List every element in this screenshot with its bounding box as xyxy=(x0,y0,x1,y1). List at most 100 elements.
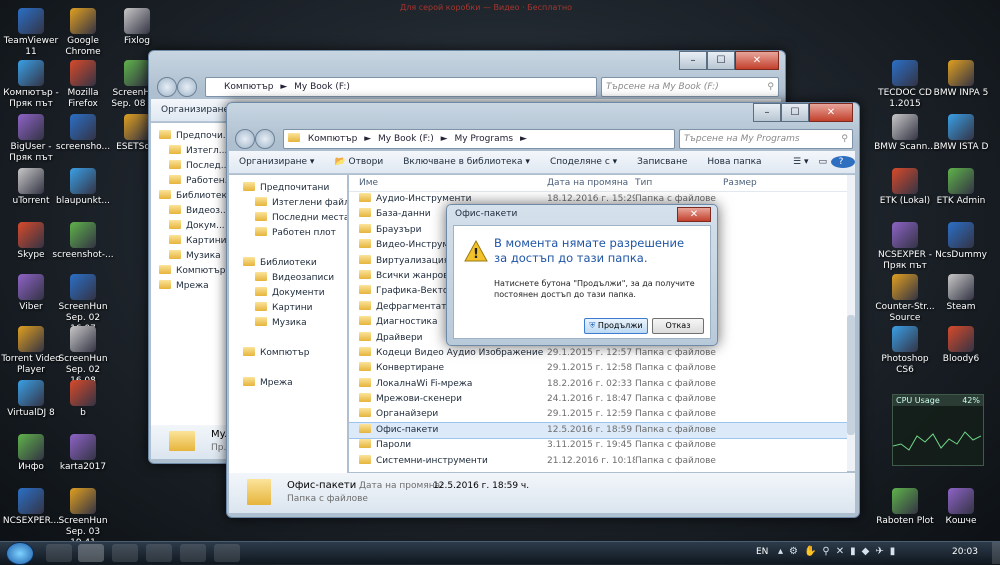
file-row[interactable]: Офис-пакети 12.5.2016 г. 18:59 ч. Папка с … xyxy=(349,421,847,440)
desktop-icon[interactable]: ScreenHun Sep. 02 16.08 xyxy=(52,326,114,387)
desktop-icon[interactable]: karta2017 xyxy=(52,434,114,473)
nav-item[interactable]: Музика xyxy=(229,316,347,331)
close-button[interactable]: ✕ xyxy=(809,103,853,122)
share-with-button[interactable]: Споделяне с ▾ xyxy=(540,157,627,167)
minimize-button[interactable]: – xyxy=(753,103,781,122)
nav-item[interactable]: Компютър xyxy=(151,264,227,279)
nav-item[interactable]: Видеозаписи xyxy=(229,271,347,286)
file-row[interactable]: Системни-инструменти 21.12.2016 г. 10:18.… xyxy=(349,454,847,469)
back-button[interactable] xyxy=(157,77,177,97)
new-folder-button[interactable]: Нова папка xyxy=(697,157,771,167)
taskbar-ie-icon[interactable] xyxy=(46,544,72,562)
view-options-icon[interactable]: ☰ ▾ xyxy=(787,157,814,167)
nav-item[interactable]: Картини xyxy=(229,301,347,316)
column-name[interactable]: Име xyxy=(349,175,547,191)
nav-item[interactable]: Библиотеки xyxy=(151,189,227,204)
breadcrumb-computer[interactable]: Компютър xyxy=(308,134,357,144)
dialog-close-button[interactable]: ✕ xyxy=(677,207,711,222)
file-row[interactable]: Мрежови-скенери 24.1.2016 г. 18:47 ч. Папк… xyxy=(349,392,847,407)
desktop-icon[interactable]: NCSEXPER - Пряк път xyxy=(874,222,936,272)
nav-item[interactable]: Мрежа xyxy=(229,376,347,391)
desktop-icon[interactable]: Photoshop CS6 xyxy=(874,326,936,376)
column-type[interactable]: Тип xyxy=(635,175,723,191)
cancel-button[interactable]: Отказ xyxy=(652,318,704,334)
help-icon[interactable]: ? xyxy=(831,156,855,168)
desktop-icon[interactable]: blaupunkt... xyxy=(52,168,114,207)
nav-item[interactable]: Музика xyxy=(151,249,227,264)
search-input[interactable]: Търсене на My Book (F:) ⚲ xyxy=(601,77,779,97)
nav-item[interactable]: Работен... xyxy=(151,174,227,189)
address-bar[interactable]: Компютър ► My Book (F:) xyxy=(205,77,597,97)
taskbar-explorer-icon[interactable] xyxy=(78,544,104,562)
breadcrumb-computer[interactable]: Компютър xyxy=(206,82,273,92)
desktop-icon[interactable]: NcsDummy xyxy=(930,222,992,261)
nav-item[interactable]: Предпочитани xyxy=(229,181,347,196)
column-size[interactable]: Размер xyxy=(723,175,783,191)
address-bar[interactable]: Компютър ► My Book (F:) ► My Programs ► xyxy=(283,129,675,149)
file-row[interactable]: Кодеци Видео Аудио Изображение 29.1.2015 … xyxy=(349,346,847,361)
desktop-icon[interactable]: BMW Scann... xyxy=(874,114,936,153)
nav-item[interactable]: Последни места xyxy=(229,211,347,226)
forward-button[interactable] xyxy=(177,77,197,97)
file-row[interactable]: Пароли 3.11.2015 г. 19:45 ч. Папка с файло… xyxy=(349,438,847,453)
show-desktop-button[interactable] xyxy=(992,542,1000,564)
nav-item[interactable]: Изтеглени файлове xyxy=(229,196,347,211)
desktop-icon[interactable]: Google Chrome xyxy=(52,8,114,58)
file-row[interactable]: ЛокалнаWi Fi-мрежа 18.2.2016 г. 02:33 ч. П… xyxy=(349,377,847,392)
file-row[interactable]: Конвертиране 29.1.2015 г. 12:58 ч. Папка с… xyxy=(349,361,847,376)
scrollbar[interactable] xyxy=(847,175,855,471)
desktop-icon[interactable]: Mozilla Firefox xyxy=(52,60,114,110)
scrollbar-thumb[interactable] xyxy=(847,315,855,435)
minimize-button[interactable]: – xyxy=(679,51,707,70)
desktop-icon[interactable]: BMW ISTA D xyxy=(930,114,992,153)
tray-icons[interactable]: ▴⚙✋⚲✕▮◆✈▮ xyxy=(778,546,901,557)
nav-item[interactable]: Видеоз... xyxy=(151,204,227,219)
close-button[interactable]: ✕ xyxy=(735,51,779,70)
open-button[interactable]: 📂 Отвори xyxy=(324,157,393,167)
breadcrumb-drive[interactable]: My Book (F:) xyxy=(378,134,434,144)
nav-item[interactable]: Предпочи... xyxy=(151,129,227,144)
taskbar-media-icon[interactable] xyxy=(214,544,240,562)
nav-item[interactable]: Изтегл... xyxy=(151,144,227,159)
desktop-icon[interactable]: Raboten Plot xyxy=(874,488,936,527)
maximize-button[interactable]: ☐ xyxy=(781,103,809,122)
nav-item[interactable]: Компютър xyxy=(229,346,347,361)
start-button[interactable] xyxy=(6,542,34,565)
language-indicator[interactable]: EN xyxy=(756,547,768,557)
nav-item[interactable]: Докум... xyxy=(151,219,227,234)
taskbar-media-player-icon[interactable] xyxy=(112,544,138,562)
breadcrumb-drive[interactable]: My Book (F:) xyxy=(294,82,350,92)
maximize-button[interactable]: ☐ xyxy=(707,51,735,70)
clock[interactable]: 20:03 xyxy=(952,547,978,557)
file-row[interactable]: Органайзери 29.1.2015 г. 12:59 ч. Папка с … xyxy=(349,407,847,422)
desktop-icon[interactable]: ETK (Lokal) xyxy=(874,168,936,207)
forward-button[interactable] xyxy=(255,129,275,149)
taskbar-firefox-icon[interactable] xyxy=(146,544,172,562)
organize-button[interactable]: Организиране ▾ xyxy=(229,157,324,167)
desktop-icon[interactable]: BMW INPA 5 xyxy=(930,60,992,99)
search-input[interactable]: Търсене на My Programs ⚲ xyxy=(679,129,853,149)
desktop-icon[interactable]: screenshot-... xyxy=(52,222,114,261)
burn-button[interactable]: Записване xyxy=(627,157,697,167)
desktop-icon[interactable]: b xyxy=(52,380,114,419)
desktop-icon[interactable]: TECDOC CD 1.2015 xyxy=(874,60,936,110)
nav-item[interactable]: Работен плот xyxy=(229,226,347,241)
desktop-icon[interactable]: ScreenHun Sep. 03 19.41 xyxy=(52,488,114,549)
nav-item[interactable]: Мрежа xyxy=(151,279,227,294)
include-in-library-button[interactable]: Включване в библиотека ▾ xyxy=(393,157,540,167)
preview-pane-icon[interactable]: ▭ xyxy=(814,157,831,167)
back-button[interactable] xyxy=(235,129,255,149)
desktop-icon[interactable]: Кошче xyxy=(930,488,992,527)
access-denied-dialog[interactable]: Офис-пакети ✕ ! В момента нямате разреше… xyxy=(446,204,718,346)
breadcrumb-folder[interactable]: My Programs xyxy=(454,134,513,144)
desktop-icon[interactable]: Bloody6 xyxy=(930,326,992,365)
continue-button[interactable]: ⛨ Продължи xyxy=(584,318,648,334)
desktop-icon[interactable]: screensho... xyxy=(52,114,114,153)
nav-item[interactable]: Библиотеки xyxy=(229,256,347,271)
desktop-icon[interactable]: Steam xyxy=(930,274,992,313)
taskbar-window-icon[interactable] xyxy=(180,544,206,562)
nav-item[interactable]: Документи xyxy=(229,286,347,301)
desktop-icon[interactable]: ETK Admin xyxy=(930,168,992,207)
column-date[interactable]: Дата на промяна xyxy=(547,175,635,191)
nav-item[interactable]: Послед... xyxy=(151,159,227,174)
